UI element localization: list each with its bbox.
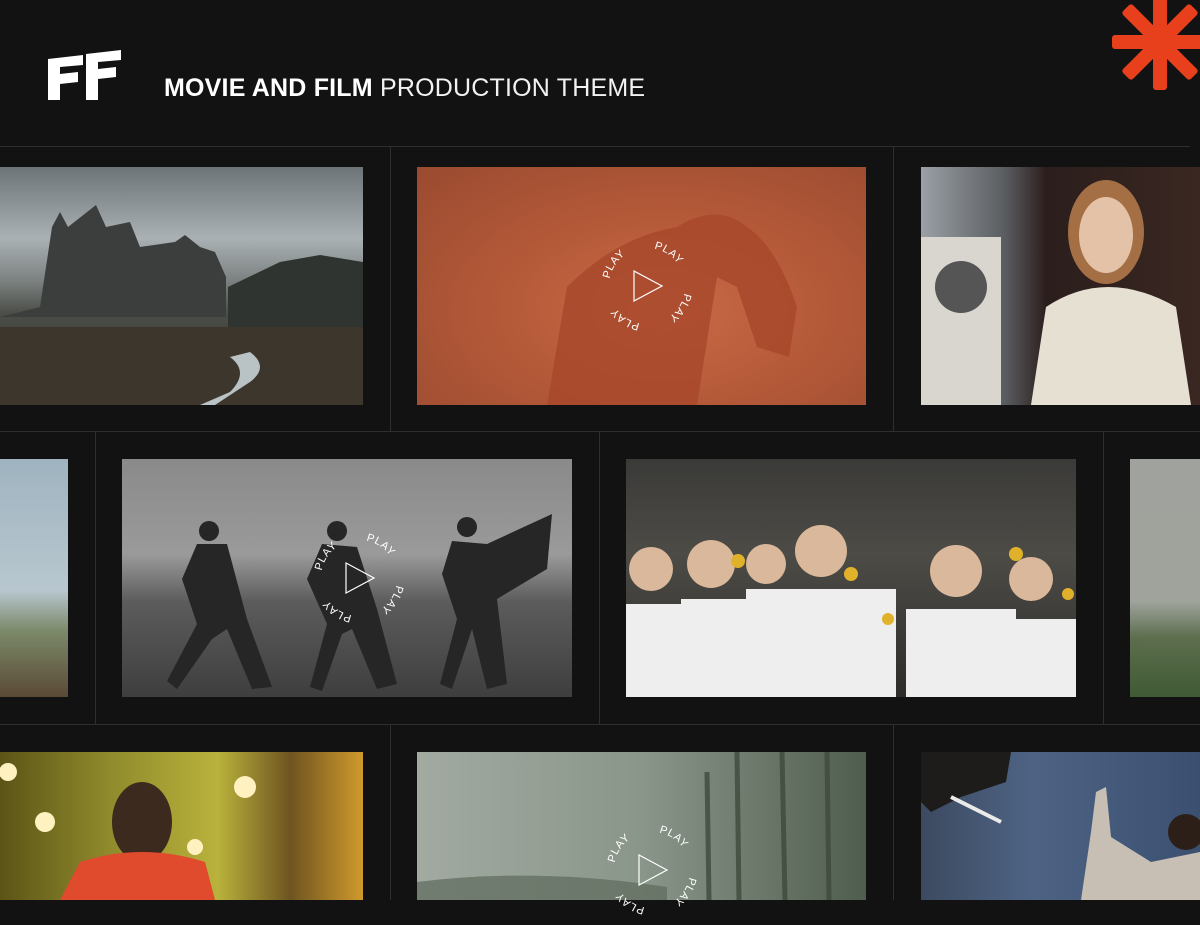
play-label: PLAY [606, 832, 632, 864]
svg-text:PLAY: PLAY [667, 292, 694, 324]
play-triangle-icon [345, 561, 376, 595]
conductor-blue-hall-photo[interactable] [921, 752, 1200, 900]
castle-ruins-photo[interactable] [0, 167, 363, 405]
grid-line [390, 724, 391, 900]
asterisk-icon [1112, 0, 1200, 90]
header: MOVIE AND FILM PRODUCTION THEME [0, 0, 1200, 146]
grid-line [0, 431, 1200, 432]
grid-line [1103, 431, 1104, 724]
corridor-scene [0, 763, 256, 900]
svg-text:PLAY: PLAY [606, 832, 633, 864]
play-triangle-icon [638, 853, 669, 887]
grid-line [599, 431, 600, 724]
play-button[interactable]: PLAY PLAY PLAY PLAY [304, 523, 414, 633]
title-bold: MOVIE AND FILM [164, 74, 373, 102]
hotel-corridor-girl-photo[interactable] [0, 752, 363, 900]
grid-line [0, 724, 1200, 725]
conductor-figure [921, 752, 1200, 900]
play-label: PLAY [614, 890, 646, 917]
svg-text:PLAY: PLAY [313, 540, 340, 572]
svg-text:PLAY: PLAY [601, 248, 628, 280]
play-label: PLAY [653, 240, 685, 267]
grid-line [893, 146, 894, 431]
play-label: PLAY [365, 532, 397, 559]
svg-text:PLAY: PLAY [653, 240, 685, 267]
castle-silhouette [0, 205, 363, 405]
svg-text:PLAY: PLAY [672, 876, 699, 908]
portrait-figure [921, 180, 1191, 405]
play-label: PLAY [658, 824, 690, 851]
choir-boys-daffodils-photo[interactable] [626, 459, 1076, 697]
page-title: MOVIE AND FILM PRODUCTION THEME [164, 74, 645, 103]
misty-field-photo[interactable] [1130, 459, 1200, 697]
grid-line [95, 431, 96, 724]
title-light: PRODUCTION THEME [379, 74, 646, 102]
woman-vintage-portrait-photo[interactable] [921, 167, 1200, 405]
grid-line [893, 724, 894, 900]
play-label: PLAY [379, 584, 405, 616]
choir-group [626, 525, 1076, 697]
svg-text:PLAY: PLAY [379, 584, 406, 616]
coastal-sky-photo[interactable] [0, 459, 68, 697]
play-button[interactable]: PLAY PLAY PLAY PLAY [592, 231, 702, 341]
svg-text:PLAY: PLAY [614, 890, 646, 917]
play-button[interactable]: PLAY PLAY PLAY PLAY [597, 815, 707, 925]
svg-text:PLAY: PLAY [658, 824, 690, 851]
play-label: PLAY [601, 248, 627, 280]
ff-logo-icon[interactable] [48, 47, 122, 100]
grid-line [390, 146, 391, 431]
play-label: PLAY [672, 876, 698, 908]
svg-text:PLAY: PLAY [365, 532, 397, 559]
play-label: PLAY [667, 292, 693, 324]
play-label: PLAY [609, 306, 641, 333]
play-label: PLAY [321, 598, 353, 625]
svg-text:PLAY: PLAY [321, 598, 353, 625]
play-triangle-icon [633, 269, 664, 303]
svg-text:PLAY: PLAY [609, 306, 641, 333]
grid-line [0, 146, 1190, 147]
play-label: PLAY [313, 540, 339, 572]
